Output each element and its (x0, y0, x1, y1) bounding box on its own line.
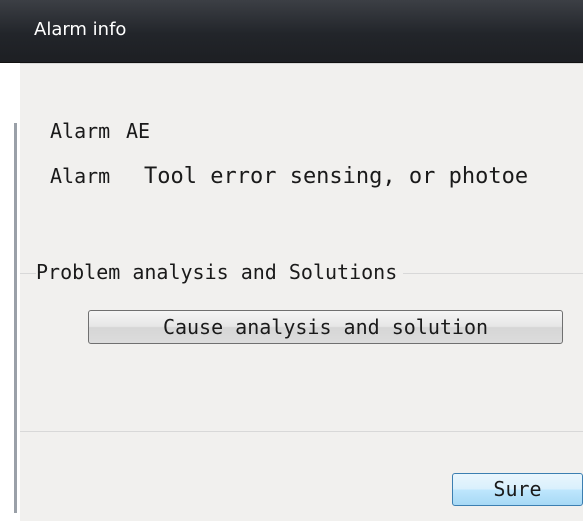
bottom-divider (20, 431, 583, 432)
alarm-code-row: Alarm AE (50, 119, 150, 143)
analysis-group-legend: Problem analysis and Solutions (36, 260, 404, 284)
alarm-desc-value: Tool error sensing, or photoe (144, 164, 529, 189)
alarm-code-label: Alarm (50, 119, 111, 143)
dialog-client-area: Alarm AE Alarm Tool error sensing, or pho… (20, 63, 583, 521)
cause-analysis-button[interactable]: Cause analysis and solution (88, 310, 563, 344)
title-bar[interactable]: Alarm info (0, 0, 583, 63)
top-divider (20, 63, 583, 64)
alarm-code-value: AE (126, 119, 151, 143)
alarm-info-dialog: Alarm info Alarm AE Alarm Tool error sens… (0, 0, 583, 521)
left-window-edge (0, 63, 20, 521)
window-title: Alarm info (34, 19, 127, 40)
alarm-desc-row: Alarm (50, 164, 126, 188)
sure-button[interactable]: Sure (452, 473, 583, 506)
alarm-desc-label: Alarm (50, 164, 111, 188)
